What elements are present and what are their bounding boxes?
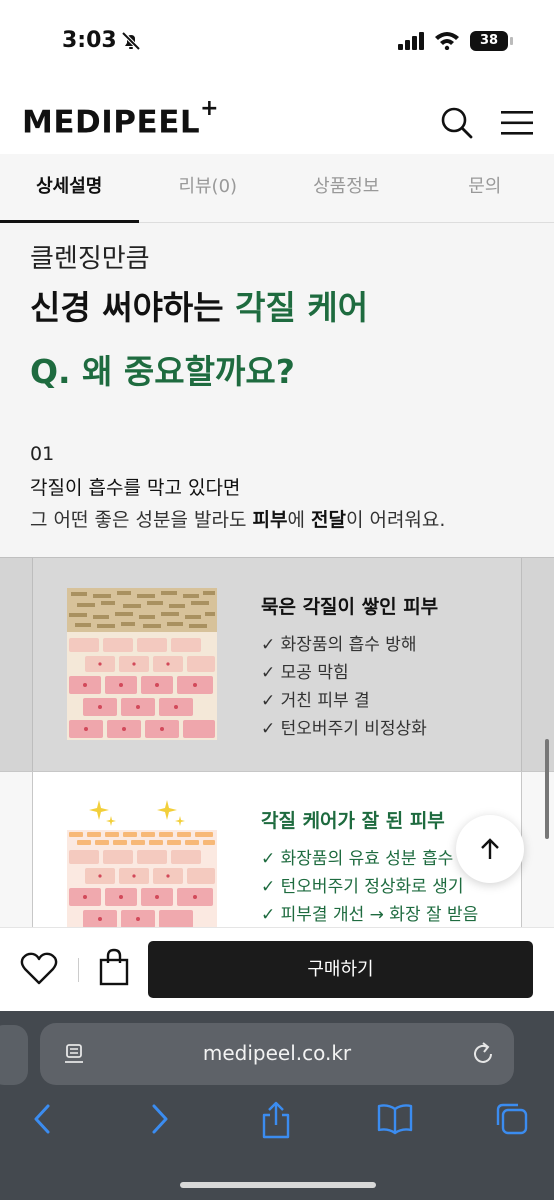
description-line-2: 그 어떤 좋은 성분을 발라도 피부에 전달이 어려워요.	[30, 505, 445, 532]
scroll-to-top-button[interactable]	[456, 815, 524, 883]
detail-subtitle: 클렌징만큼	[30, 244, 150, 274]
battery-level: 38	[479, 33, 499, 48]
tabs-icon[interactable]	[494, 1101, 530, 1141]
detail-title: 신경 써야하는 각질 케어	[30, 281, 368, 329]
description-line-1: 각질이 흡수를 막고 있다면	[30, 477, 241, 499]
hamburger-menu-icon[interactable]	[500, 110, 534, 140]
title-prefix: 신경 써야하는	[30, 288, 236, 327]
panel-item: ✓ 모공 막힘	[261, 663, 349, 683]
battery-cap	[510, 37, 513, 45]
shopping-bag-icon[interactable]	[98, 948, 130, 990]
line2-mid: 에	[287, 509, 311, 531]
panel-item: ✓ 화장품의 유효 성분 흡수	[261, 849, 454, 869]
bookmarks-icon[interactable]	[376, 1101, 414, 1141]
medipeel-logo[interactable]: MEDIPEEL+	[22, 96, 219, 141]
panel-item: ✓ 턴오버주기 정상화로 생기	[261, 877, 464, 897]
url-text: medipeel.co.kr	[202, 1041, 352, 1065]
line2-bold-deliver: 전달	[310, 509, 346, 531]
panel-item: ✓ 턴오버주기 비정상화	[261, 719, 427, 739]
panel-item: ✓ 피부결 개선 → 화장 잘 받음	[261, 905, 479, 925]
battery-icon: 38	[470, 31, 508, 51]
buy-button[interactable]: 구매하기	[148, 941, 533, 998]
panel-inner: 묵은 각질이 쌓인 피부 ✓ 화장품의 흡수 방해 ✓ 모공 막힘 ✓ 거친 피…	[32, 558, 522, 772]
forward-icon[interactable]	[148, 1101, 172, 1141]
logo-text: MEDIPEEL	[22, 104, 201, 141]
browser-toolbar: medipeel.co.kr	[0, 1011, 554, 1200]
line2-suffix: 이 어려워요.	[345, 509, 446, 531]
site-header: MEDIPEEL+	[0, 84, 554, 154]
status-time: 3:03	[62, 28, 117, 53]
divider	[78, 958, 79, 982]
status-bar: 3:03 38	[0, 0, 554, 84]
section-number: 01	[30, 443, 55, 465]
panel-title-dead-skin: 묵은 각질이 쌓인 피부	[261, 596, 439, 618]
arrow-up-icon	[481, 838, 499, 859]
panel-title-cared-skin: 각질 케어가 잘 된 피부	[261, 810, 445, 832]
panel-item: ✓ 거친 피부 결	[261, 691, 370, 711]
back-icon[interactable]	[30, 1101, 54, 1141]
logo-plus: +	[200, 96, 220, 121]
reload-icon[interactable]	[470, 1041, 496, 1071]
wifi-icon	[434, 30, 460, 54]
purchase-bar: 구매하기	[0, 927, 554, 1011]
healthy-skin-illustration-icon	[67, 800, 217, 927]
address-bar[interactable]: medipeel.co.kr	[40, 1023, 514, 1085]
tab-reviews[interactable]: 리뷰(0)	[139, 154, 278, 222]
tab-inquiry[interactable]: 문의	[416, 154, 554, 222]
scrollbar[interactable]	[545, 739, 549, 839]
product-tabs: 상세설명 리뷰(0) 상품정보 문의	[0, 154, 554, 223]
product-detail-content: 클렌징만큼 신경 써야하는 각질 케어 Q. 왜 중요할까요? 01 각질이 흡…	[0, 223, 554, 927]
cellular-signal-icon	[398, 32, 426, 54]
title-highlight: 각질 케어	[235, 288, 369, 327]
tab-detail[interactable]: 상세설명	[0, 154, 139, 223]
line2-prefix: 그 어떤 좋은 성분을 발라도	[30, 509, 253, 531]
detail-question: Q. 왜 중요할까요?	[30, 352, 295, 391]
silent-bell-icon	[120, 30, 142, 56]
tab-product-info[interactable]: 상품정보	[277, 154, 416, 222]
comparison-panel-dead-skin: 묵은 각질이 쌓인 피부 ✓ 화장품의 흡수 방해 ✓ 모공 막힘 ✓ 거친 피…	[0, 557, 554, 772]
dead-skin-illustration-icon	[67, 588, 217, 740]
heart-icon[interactable]	[20, 952, 58, 990]
share-icon[interactable]	[260, 1101, 292, 1143]
home-indicator	[180, 1182, 376, 1188]
panel-inner: 각질 케어가 잘 된 피부 ✓ 화장품의 유효 성분 흡수 ✓ 턴오버주기 정상…	[32, 772, 522, 927]
previous-tab-edge[interactable]	[0, 1025, 28, 1085]
line2-bold-skin: 피부	[252, 509, 288, 531]
panel-item: ✓ 화장품의 흡수 방해	[261, 635, 417, 655]
search-icon[interactable]	[440, 106, 474, 144]
